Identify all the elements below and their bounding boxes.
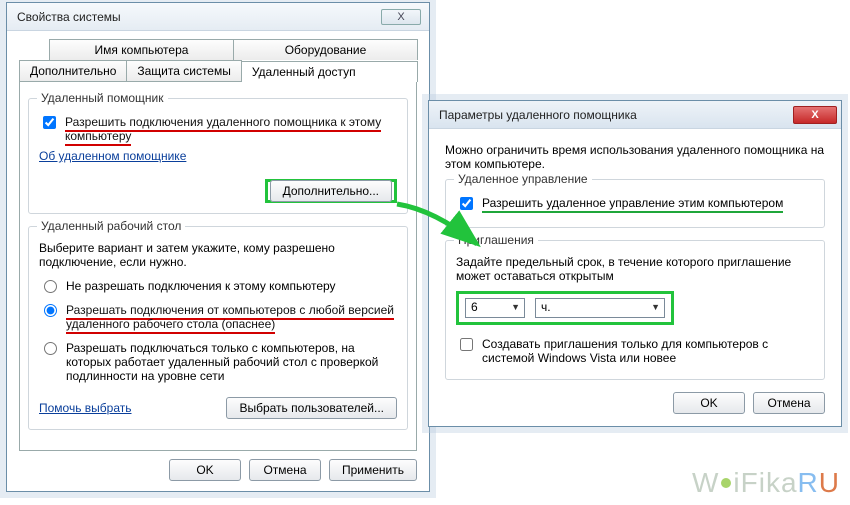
allow-remote-assistant-checkbox[interactable] [43, 116, 56, 129]
allow-remote-control-checkbox[interactable] [460, 197, 473, 210]
close-button[interactable]: X [793, 106, 837, 124]
watermark: WiFikaRU [692, 467, 840, 499]
window-title: Параметры удаленного помощника [439, 108, 637, 122]
rdp-option-any[interactable] [44, 304, 57, 317]
titlebar: Свойства системы X [7, 3, 429, 31]
titlebar: Параметры удаленного помощника X [429, 101, 841, 129]
invitations-group: Приглашения Задайте предельный срок, в т… [445, 240, 825, 380]
allow-remote-assistant-label: Разрешить подключения удаленного помощни… [65, 115, 397, 143]
group-title: Удаленный помощник [37, 91, 168, 105]
intro-text: Можно ограничить время использования уда… [445, 143, 825, 171]
group-title: Приглашения [454, 233, 538, 247]
rdp-option-any-label: Разрешать подключения от компьютеров с л… [66, 303, 397, 331]
tab-remote-access[interactable]: Удаленный доступ [241, 61, 418, 82]
about-remote-assistant-link[interactable]: Об удаленном помощнике [39, 149, 186, 163]
rdp-option-none[interactable] [44, 280, 57, 293]
rdp-option-none-label: Не разрешать подключения к этому компьют… [66, 279, 336, 293]
rdp-instruction: Выберите вариант и затем укажите, кому р… [39, 241, 397, 269]
cancel-button[interactable]: Отмена [249, 459, 321, 481]
vista-only-checkbox[interactable] [460, 338, 473, 351]
rdp-option-nla-label: Разрешать подключаться только с компьюте… [66, 341, 397, 383]
group-title: Удаленное управление [454, 172, 592, 186]
group-title: Удаленный рабочий стол [37, 219, 185, 233]
rdp-option-nla[interactable] [44, 342, 57, 355]
remote-assistant-settings-window: Параметры удаленного помощника X Можно о… [428, 100, 842, 427]
remote-desktop-group: Удаленный рабочий стол Выберите вариант … [28, 226, 408, 430]
close-button[interactable]: X [381, 9, 421, 25]
help-choose-link[interactable]: Помочь выбрать [39, 401, 132, 415]
tab-advanced[interactable]: Дополнительно [19, 60, 127, 81]
invitation-unit-select[interactable]: ч. [535, 298, 665, 318]
ok-button[interactable]: OK [169, 459, 241, 481]
highlight-advanced: Дополнительно... [265, 179, 397, 203]
invitations-instruction: Задайте предельный срок, в течение котор… [456, 255, 814, 283]
vista-only-label: Создавать приглашения только для компьют… [482, 337, 814, 365]
tab-hardware[interactable]: Оборудование [233, 39, 418, 60]
cancel-button[interactable]: Отмена [753, 392, 825, 414]
tab-system-protection[interactable]: Защита системы [126, 60, 241, 81]
select-users-button[interactable]: Выбрать пользователей... [226, 397, 397, 419]
system-properties-window: Свойства системы X Имя компьютера Оборуд… [6, 2, 430, 492]
allow-remote-control-label: Разрешить удаленное управление этим комп… [482, 196, 783, 210]
remote-assistant-group: Удаленный помощник Разрешить подключения… [28, 98, 408, 214]
remote-control-group: Удаленное управление Разрешить удаленное… [445, 179, 825, 228]
highlight-duration: 6 ч. [456, 291, 674, 325]
ok-button[interactable]: OK [673, 392, 745, 414]
tab-computer-name[interactable]: Имя компьютера [49, 39, 234, 60]
apply-button[interactable]: Применить [329, 459, 417, 481]
window-title: Свойства системы [17, 10, 121, 24]
advanced-button[interactable]: Дополнительно... [270, 180, 392, 202]
invitation-value-select[interactable]: 6 [465, 298, 525, 318]
